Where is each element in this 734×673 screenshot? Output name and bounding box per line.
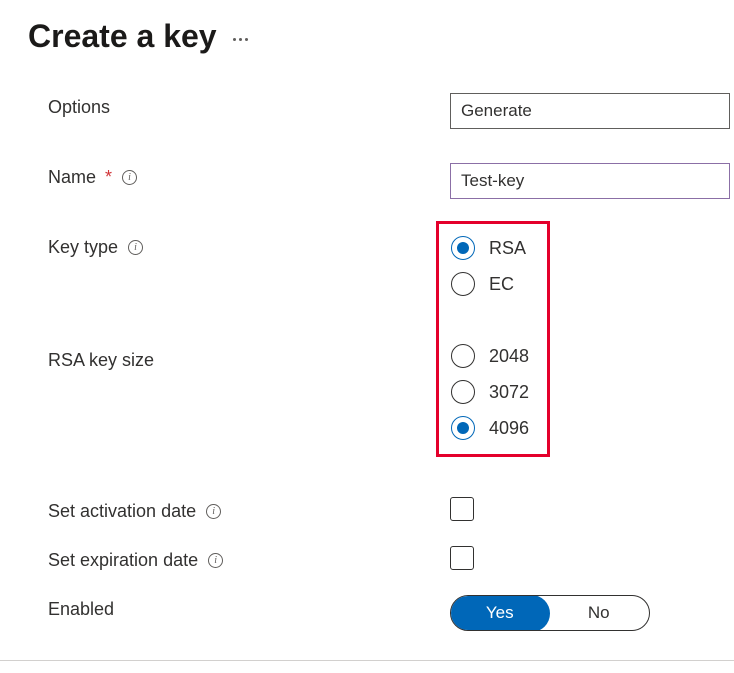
set-expiration-label: Set expiration date i (48, 546, 450, 571)
key-type-label: Key type i (48, 233, 450, 258)
required-indicator: * (105, 167, 112, 188)
radio-label: 3072 (489, 382, 529, 403)
radio-label: RSA (489, 238, 526, 259)
radio-label: 4096 (489, 418, 529, 439)
rsa-key-size-radio-group: 2048 3072 4096 (451, 344, 529, 440)
create-key-form: Options Generate Name* i Key type i (0, 65, 734, 631)
set-activation-checkbox[interactable] (450, 497, 474, 521)
radio-icon (451, 416, 475, 440)
info-icon[interactable]: i (128, 240, 143, 255)
rsa-size-4096[interactable]: 4096 (451, 416, 529, 440)
enabled-yes[interactable]: Yes (450, 595, 550, 631)
key-type-radio-group: RSA EC (451, 236, 529, 296)
radio-label: EC (489, 274, 514, 295)
rsa-size-2048[interactable]: 2048 (451, 344, 529, 368)
name-label: Name* i (48, 163, 450, 188)
page-title: Create a key (28, 18, 217, 55)
enabled-no[interactable]: No (549, 596, 650, 630)
radio-icon (451, 272, 475, 296)
name-input[interactable] (450, 163, 730, 199)
set-activation-label: Set activation date i (48, 497, 450, 522)
options-label: Options (48, 93, 450, 118)
key-type-ec[interactable]: EC (451, 272, 529, 296)
radio-icon (451, 344, 475, 368)
enabled-label: Enabled (48, 595, 450, 620)
radio-label: 2048 (489, 346, 529, 367)
radio-icon (451, 236, 475, 260)
enabled-toggle[interactable]: Yes No (450, 595, 650, 631)
rsa-key-size-label: RSA key size (48, 346, 450, 371)
divider (0, 660, 734, 661)
info-icon[interactable]: i (206, 504, 221, 519)
options-select[interactable]: Generate (450, 93, 730, 129)
more-actions-button[interactable] (233, 38, 248, 41)
key-type-rsa[interactable]: RSA (451, 236, 529, 260)
info-icon[interactable]: i (122, 170, 137, 185)
highlight-box: RSA EC 2048 3072 (436, 221, 550, 457)
set-expiration-checkbox[interactable] (450, 546, 474, 570)
radio-icon (451, 380, 475, 404)
rsa-size-3072[interactable]: 3072 (451, 380, 529, 404)
info-icon[interactable]: i (208, 553, 223, 568)
options-value: Generate (461, 101, 532, 121)
